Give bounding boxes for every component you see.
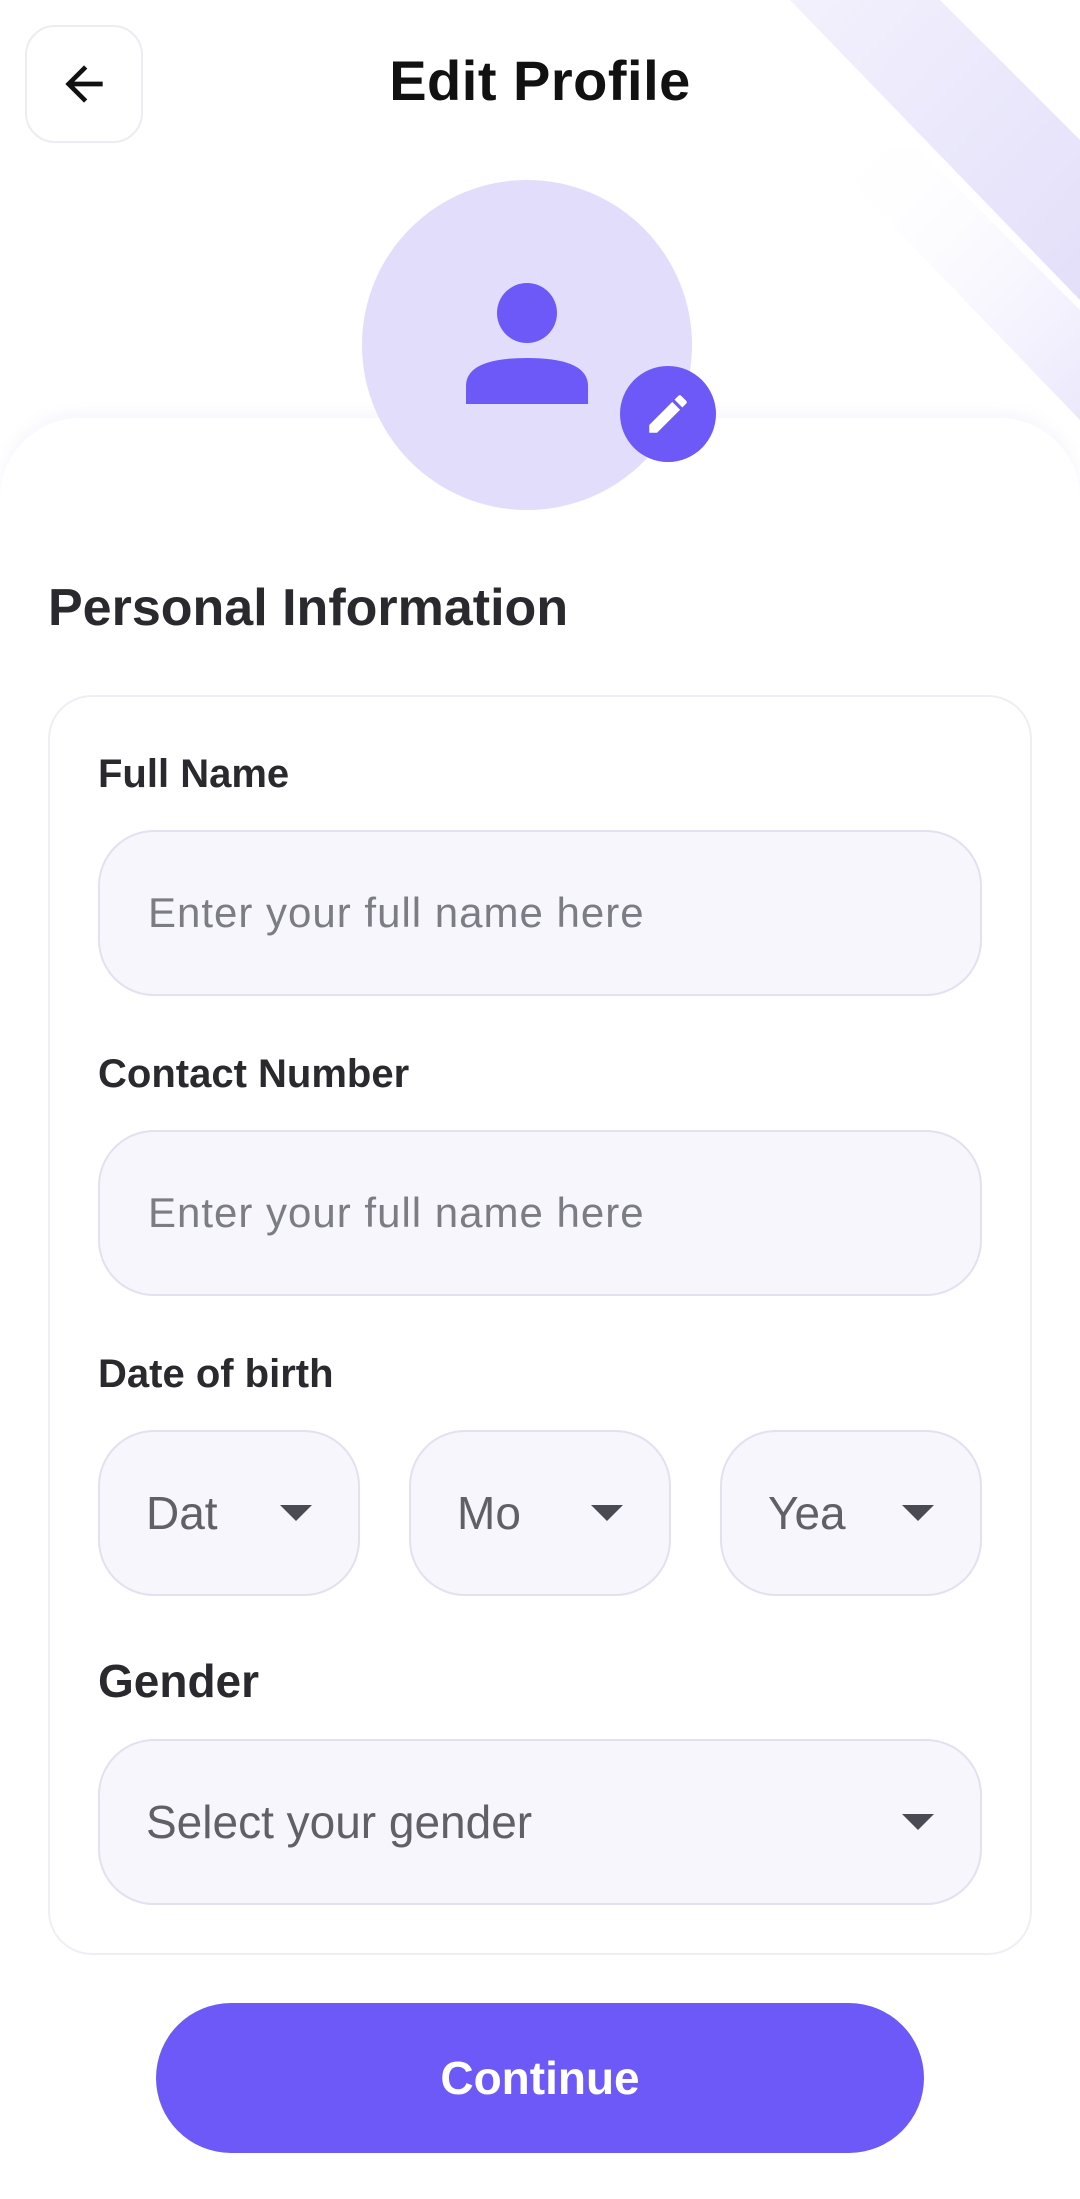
continue-button[interactable]: Continue <box>156 2003 924 2153</box>
chevron-down-icon <box>280 1505 312 1521</box>
chevron-down-icon <box>902 1814 934 1830</box>
day-select[interactable]: Dat <box>98 1430 360 1596</box>
edit-profile-screen: Edit Profile Personal Information Full N… <box>0 0 1080 2199</box>
person-icon <box>466 283 588 404</box>
pencil-icon <box>649 395 687 433</box>
month-select[interactable]: Mo <box>409 1430 671 1596</box>
year-select-text: Yea <box>768 1487 846 1539</box>
gender-select-text: Select your gender <box>146 1796 533 1848</box>
contact-number-input[interactable] <box>98 1130 982 1296</box>
full-name-input[interactable] <box>98 830 982 996</box>
chevron-down-icon <box>591 1505 623 1521</box>
section-title: Personal Information <box>48 579 569 637</box>
gender-select[interactable]: Select your gender <box>98 1739 982 1905</box>
date-of-birth-label: Date of birth <box>98 1352 334 1396</box>
avatar[interactable] <box>362 180 692 510</box>
edit-avatar-button[interactable] <box>620 366 716 462</box>
day-select-text: Dat <box>146 1487 218 1539</box>
month-select-text: Mo <box>457 1487 521 1539</box>
gender-label: Gender <box>98 1655 260 1707</box>
contact-number-label: Contact Number <box>98 1052 410 1096</box>
page-title: Edit Profile <box>389 49 691 112</box>
chevron-down-icon <box>902 1505 934 1521</box>
full-name-label: Full Name <box>98 752 290 796</box>
year-select[interactable]: Yea <box>720 1430 982 1596</box>
